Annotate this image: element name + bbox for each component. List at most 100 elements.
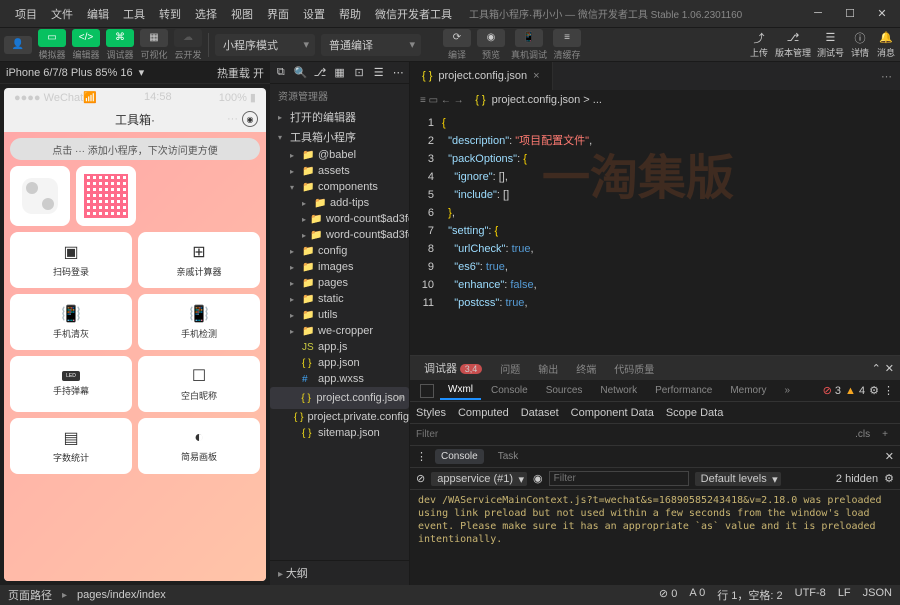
menu-project[interactable]: 项目 bbox=[8, 2, 44, 26]
tree-item[interactable]: ▸📁pages bbox=[270, 275, 409, 291]
realdevice-button[interactable]: 📱 bbox=[515, 29, 543, 47]
console-gear-icon[interactable]: ⚙ bbox=[884, 472, 894, 485]
console-tab[interactable]: Console bbox=[435, 449, 484, 464]
open-editors-section[interactable]: ▸打开的编辑器 bbox=[270, 107, 409, 127]
preview-button[interactable]: ◉ bbox=[477, 29, 505, 47]
editor-tab[interactable]: { }project.config.json× bbox=[410, 62, 553, 90]
dvtab-output[interactable]: 输出 bbox=[530, 357, 566, 380]
tree-item[interactable]: ▸📁@babel bbox=[270, 147, 409, 163]
componentdata-tab[interactable]: Component Data bbox=[571, 407, 654, 419]
dots-icon[interactable]: ⋮ bbox=[883, 384, 894, 397]
tree-item[interactable]: ▸📁static bbox=[270, 291, 409, 307]
menu-wxdevtools[interactable]: 微信开发者工具 bbox=[368, 2, 459, 26]
dataset-tab[interactable]: Dataset bbox=[521, 407, 559, 419]
branch-icon[interactable]: ⎇ bbox=[313, 66, 327, 79]
menu-edit[interactable]: 编辑 bbox=[80, 2, 116, 26]
more-icon[interactable]: ⋯ bbox=[391, 66, 405, 79]
subtab-network[interactable]: Network bbox=[592, 382, 645, 399]
menu-help[interactable]: 帮助 bbox=[332, 2, 368, 26]
message-icon[interactable]: 🔔 bbox=[876, 31, 896, 45]
tree-item[interactable]: JSapp.js bbox=[270, 339, 409, 355]
compile-config-select[interactable]: 普通编译 bbox=[321, 34, 421, 56]
dvtab-debugger[interactable]: 调试器 3,4 bbox=[416, 356, 490, 380]
menu-view[interactable]: 视图 bbox=[224, 2, 260, 26]
tree-item[interactable]: ▸📁assets bbox=[270, 163, 409, 179]
minimize-button[interactable]: ─ bbox=[808, 7, 828, 20]
tree-item[interactable]: ▸📁utils bbox=[270, 307, 409, 323]
tree-item[interactable]: { }project.private.config.js... bbox=[270, 409, 409, 425]
subtab-memory[interactable]: Memory bbox=[722, 382, 774, 399]
mode-select[interactable]: 小程序模式 bbox=[215, 34, 315, 56]
tree-item[interactable]: { }project.config.json bbox=[270, 387, 409, 409]
maximize-button[interactable]: ☐ bbox=[840, 7, 860, 20]
card-handheld-barrage[interactable]: LED手持弹幕 bbox=[10, 356, 132, 412]
tree-item[interactable]: ▸📁word-count$ad3fc75... bbox=[270, 211, 409, 227]
computed-tab[interactable]: Computed bbox=[458, 407, 509, 419]
testacct-icon[interactable]: ☰ bbox=[820, 31, 840, 45]
compile-button[interactable]: ⟳ bbox=[443, 29, 471, 47]
gear-icon[interactable]: ⚙ bbox=[869, 384, 879, 397]
loglevel-select[interactable]: Default levels bbox=[695, 472, 781, 486]
eye-icon[interactable]: ◉ bbox=[533, 472, 543, 485]
console-close-icon[interactable]: ✕ bbox=[885, 450, 894, 463]
dvtab-problems[interactable]: 问题 bbox=[492, 357, 528, 380]
console-drawer-toggle[interactable]: ⋮ bbox=[416, 450, 427, 463]
chat-icon[interactable]: ☰ bbox=[372, 66, 386, 79]
debugger-toggle[interactable]: ⌘ bbox=[106, 29, 134, 47]
card-blank-nickname[interactable]: ☐空白昵称 bbox=[138, 356, 260, 412]
cloud-toggle[interactable]: ☁ bbox=[174, 29, 202, 47]
version-icon[interactable]: ⎇ bbox=[783, 31, 803, 45]
subtab-wxml[interactable]: Wxml bbox=[440, 381, 481, 400]
clearcache-button[interactable]: ≡ bbox=[553, 29, 581, 47]
scopedata-tab[interactable]: Scope Data bbox=[666, 407, 723, 419]
card-clean-dust[interactable]: 📳手机清灰 bbox=[10, 294, 132, 350]
console-filter-input[interactable] bbox=[549, 471, 689, 486]
device-select[interactable]: iPhone 6/7/8 Plus 85% 16 bbox=[6, 67, 133, 79]
search-icon[interactable]: 🔍 bbox=[294, 66, 308, 79]
dvtab-terminal[interactable]: 终端 bbox=[568, 357, 604, 380]
card-word-count[interactable]: ▤字数统计 bbox=[10, 418, 132, 474]
cursor-pos[interactable]: 行 1，空格: 2 bbox=[717, 587, 782, 603]
encoding[interactable]: UTF-8 bbox=[795, 587, 826, 603]
target-icon[interactable]: ◉ bbox=[242, 111, 258, 127]
tree-item[interactable]: ▾📁components bbox=[270, 179, 409, 195]
tree-item[interactable]: #app.wxss bbox=[270, 371, 409, 387]
styles-filter-input[interactable] bbox=[416, 429, 849, 440]
tab-overflow[interactable]: ⋯ bbox=[873, 70, 900, 83]
tree-item[interactable]: ▸📁images bbox=[270, 259, 409, 275]
subtab-sources[interactable]: Sources bbox=[538, 382, 591, 399]
menu-interface[interactable]: 界面 bbox=[260, 2, 296, 26]
close-button[interactable]: ✕ bbox=[872, 7, 892, 20]
chevron-up-icon[interactable]: ⌃ bbox=[872, 362, 881, 375]
tree-item[interactable]: ▸📁config bbox=[270, 243, 409, 259]
tree-item[interactable]: { }sitemap.json bbox=[270, 425, 409, 441]
breadcrumb[interactable]: ≡ ▭ ← → { } project.config.json > ... bbox=[410, 90, 900, 110]
add-style-button[interactable]: + bbox=[876, 429, 894, 440]
dvtab-codequality[interactable]: 代码质量 bbox=[606, 357, 662, 380]
close-icon[interactable]: ✕ bbox=[885, 362, 894, 375]
menu-tools[interactable]: 工具 bbox=[116, 2, 152, 26]
visualize-toggle[interactable]: ▦ bbox=[140, 29, 168, 47]
tree-item[interactable]: { }app.json bbox=[270, 355, 409, 371]
subtab-more[interactable]: » bbox=[776, 382, 798, 399]
subtab-console[interactable]: Console bbox=[483, 382, 536, 399]
page-path[interactable]: pages/index/index bbox=[77, 589, 166, 601]
upload-icon[interactable]: ⤴ bbox=[749, 31, 769, 45]
card-relative-calc[interactable]: ⊞亲戚计算器 bbox=[138, 232, 260, 288]
tree-item[interactable]: ▸📁add-tips bbox=[270, 195, 409, 211]
error-count[interactable]: ⊘ 3 bbox=[823, 384, 841, 397]
simulator-toggle[interactable]: ▭ bbox=[38, 29, 66, 47]
ext-icon[interactable]: ▦ bbox=[333, 66, 347, 79]
menu-dots-icon[interactable]: ··· bbox=[227, 113, 238, 125]
editor-toggle[interactable]: </> bbox=[72, 29, 100, 47]
card-simple-canvas[interactable]: ◐简易画板 bbox=[138, 418, 260, 474]
menu-file[interactable]: 文件 bbox=[44, 2, 80, 26]
eol[interactable]: LF bbox=[838, 587, 851, 603]
card-scan-login[interactable]: ▣扫码登录 bbox=[10, 232, 132, 288]
card-phone-detect[interactable]: 📳手机检测 bbox=[138, 294, 260, 350]
menu-select[interactable]: 选择 bbox=[188, 2, 224, 26]
details-icon[interactable]: ⓘ bbox=[850, 31, 870, 45]
warn-count[interactable]: ▲ 4 bbox=[845, 385, 865, 397]
avatar-button[interactable]: 👤 bbox=[4, 36, 32, 54]
language-mode[interactable]: JSON bbox=[863, 587, 892, 603]
